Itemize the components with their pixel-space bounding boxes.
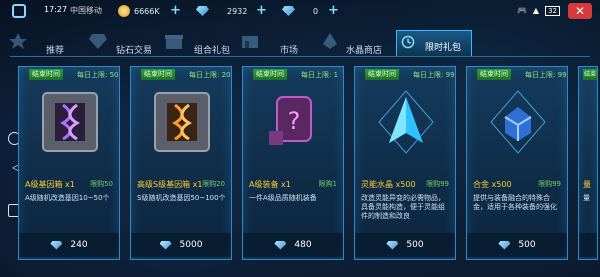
tab-market[interactable]: 市场 [242,30,316,56]
buy-button[interactable] [579,233,597,257]
tab-diamond-trade[interactable]: 钻石交易 [89,30,164,56]
item-description: 一件A级品质随机装备 [249,194,317,202]
add-gold-button[interactable]: + [170,3,181,18]
psionic-crystal-icon [378,90,434,154]
other-amount: 0 [313,6,319,16]
diamond-icon [89,34,107,49]
gene-box-icon [154,92,210,152]
item-description: 改造灵能异变的必需物品，具备灵能构造，便于灵能组件的制造和改良 [361,194,445,220]
purchase-limit: 限购50 [90,180,113,188]
gold-amount: 6666K [134,6,160,16]
svg-text:?: ? [288,107,301,135]
tab-bar: 推荐 钻石交易 组合礼包 市场 水晶商店 限时礼包 [0,30,600,56]
gift-card[interactable]: 结束时间 每日上限: 1 ? A级装备 x1 限购1 一件A级品质随机装备 48… [242,66,344,260]
diamond-icon [274,240,287,250]
coin-icon [118,5,130,17]
tab-label: 市场 [280,46,299,56]
star-icon [9,33,27,49]
purchase-limit: 限购99 [426,180,449,188]
gift-card[interactable]: 结束时间 每日上限: 50 A级基因箱 x1 限购50 A级随机改造基因10~5… [18,66,120,260]
diamond-icon [196,6,209,16]
tab-crystal-shop[interactable]: 水晶商店 [320,30,392,56]
end-time-tag: 结束时间 [141,69,175,80]
add-gem-button[interactable]: + [256,3,267,18]
item-description: 提供与装备融合的特殊合金，适用于各种装备的强化 [473,194,557,211]
other-resource: 0 [282,4,318,18]
diamond-icon [159,240,172,250]
system-icons: 🎮 ▲ 32 [517,6,560,16]
buy-button[interactable]: 500 [467,233,567,257]
purchase-limit: 限购1 [318,180,337,188]
wifi-icon: ▲ [532,6,540,15]
diamond-icon [386,240,399,250]
item-description: 量 [583,194,590,202]
item-name: 高级S级基因箱 x1 [137,180,203,189]
alloy-icon [490,90,546,154]
tab-label: 推荐 [46,46,65,56]
tab-bundle[interactable]: 组合礼包 [165,30,240,56]
gift-card-partial[interactable]: 结束 量 量 [578,66,598,260]
gift-card[interactable]: 结束时间 每日上限: 99 合金 x500 限购99 提供与装备融合的特殊合金，… [466,66,568,260]
end-time-tag: 结束时间 [365,69,399,80]
battery-icon: 32 [545,6,560,16]
gem-resource: 2932 [196,4,247,18]
price-value: 5000 [179,240,203,250]
daily-cap: 每日上限: 99 [525,71,567,79]
diamond-icon [498,240,511,250]
add-other-button[interactable]: + [328,3,339,18]
buy-button[interactable]: 5000 [131,233,231,257]
item-name: A级基因箱 x1 [25,180,75,189]
end-time-tag: 结束时间 [253,69,287,80]
gene-box-icon [42,92,98,152]
crystal-icon [323,33,337,49]
gift-card[interactable]: 结束时间 每日上限: 20 高级S级基因箱 x1 限购20 S级随机改造基因50… [130,66,232,260]
end-time-tag: 结束 [583,69,597,80]
gift-card[interactable]: 结束时间 每日上限: 99 灵能水晶 x500 限购99 改造灵能异变的必需物品… [354,66,456,260]
close-button[interactable]: ✕ [568,3,592,19]
price-value: 500 [406,240,424,250]
status-carrier: 中国移动 [70,6,102,15]
end-time-tag: 结束时间 [477,69,511,80]
price-value: 480 [294,240,312,250]
tab-label: 组合礼包 [194,46,231,56]
purchase-limit: 限购20 [202,180,225,188]
daily-cap: 每日上限: 99 [413,71,455,79]
item-name: 灵能水晶 x500 [361,180,416,189]
buy-button[interactable]: 500 [355,233,455,257]
tab-divider [10,56,590,57]
tab-label: 钻石交易 [116,46,153,56]
game-controller-icon: 🎮 [516,6,527,15]
purchase-limit: 限购99 [538,180,561,188]
item-name: A级装备 x1 [249,180,291,189]
status-time: 17:27 [44,5,68,14]
daily-cap: 每日上限: 1 [301,71,339,79]
buy-button[interactable]: 480 [243,233,343,257]
price-value: 500 [518,240,536,250]
equipment-icon: ? [269,96,312,145]
crystal-icon [282,6,295,16]
item-name: 合金 x500 [473,180,512,189]
clock-icon [401,35,415,49]
item-name: 量 [583,180,591,189]
gift-icon [165,35,183,49]
diamond-icon [50,240,63,250]
item-description: A级随机改造基因10~50个 [25,194,110,202]
price-value: 240 [70,240,88,250]
tab-recommend[interactable]: 推荐 [9,30,88,56]
daily-cap: 每日上限: 20 [189,71,231,79]
tab-limited-gift[interactable]: 限时礼包 [396,30,472,56]
buy-button[interactable]: 240 [19,233,119,257]
item-description: S级随机改造基因50~100个 [137,194,226,202]
top-bar: 17:27 中国移动 6666K + 2932 + 0 + 🎮 ▲ 32 ✕ [0,0,600,22]
gold-resource: 6666K [118,4,160,18]
tab-label: 水晶商店 [346,46,383,56]
daily-cap: 每日上限: 50 [77,71,119,79]
market-icon [242,36,258,48]
end-time-tag: 结束时间 [29,69,63,80]
tab-label: 限时礼包 [425,43,462,53]
back-button[interactable] [12,4,26,18]
gem-amount: 2932 [227,6,248,16]
